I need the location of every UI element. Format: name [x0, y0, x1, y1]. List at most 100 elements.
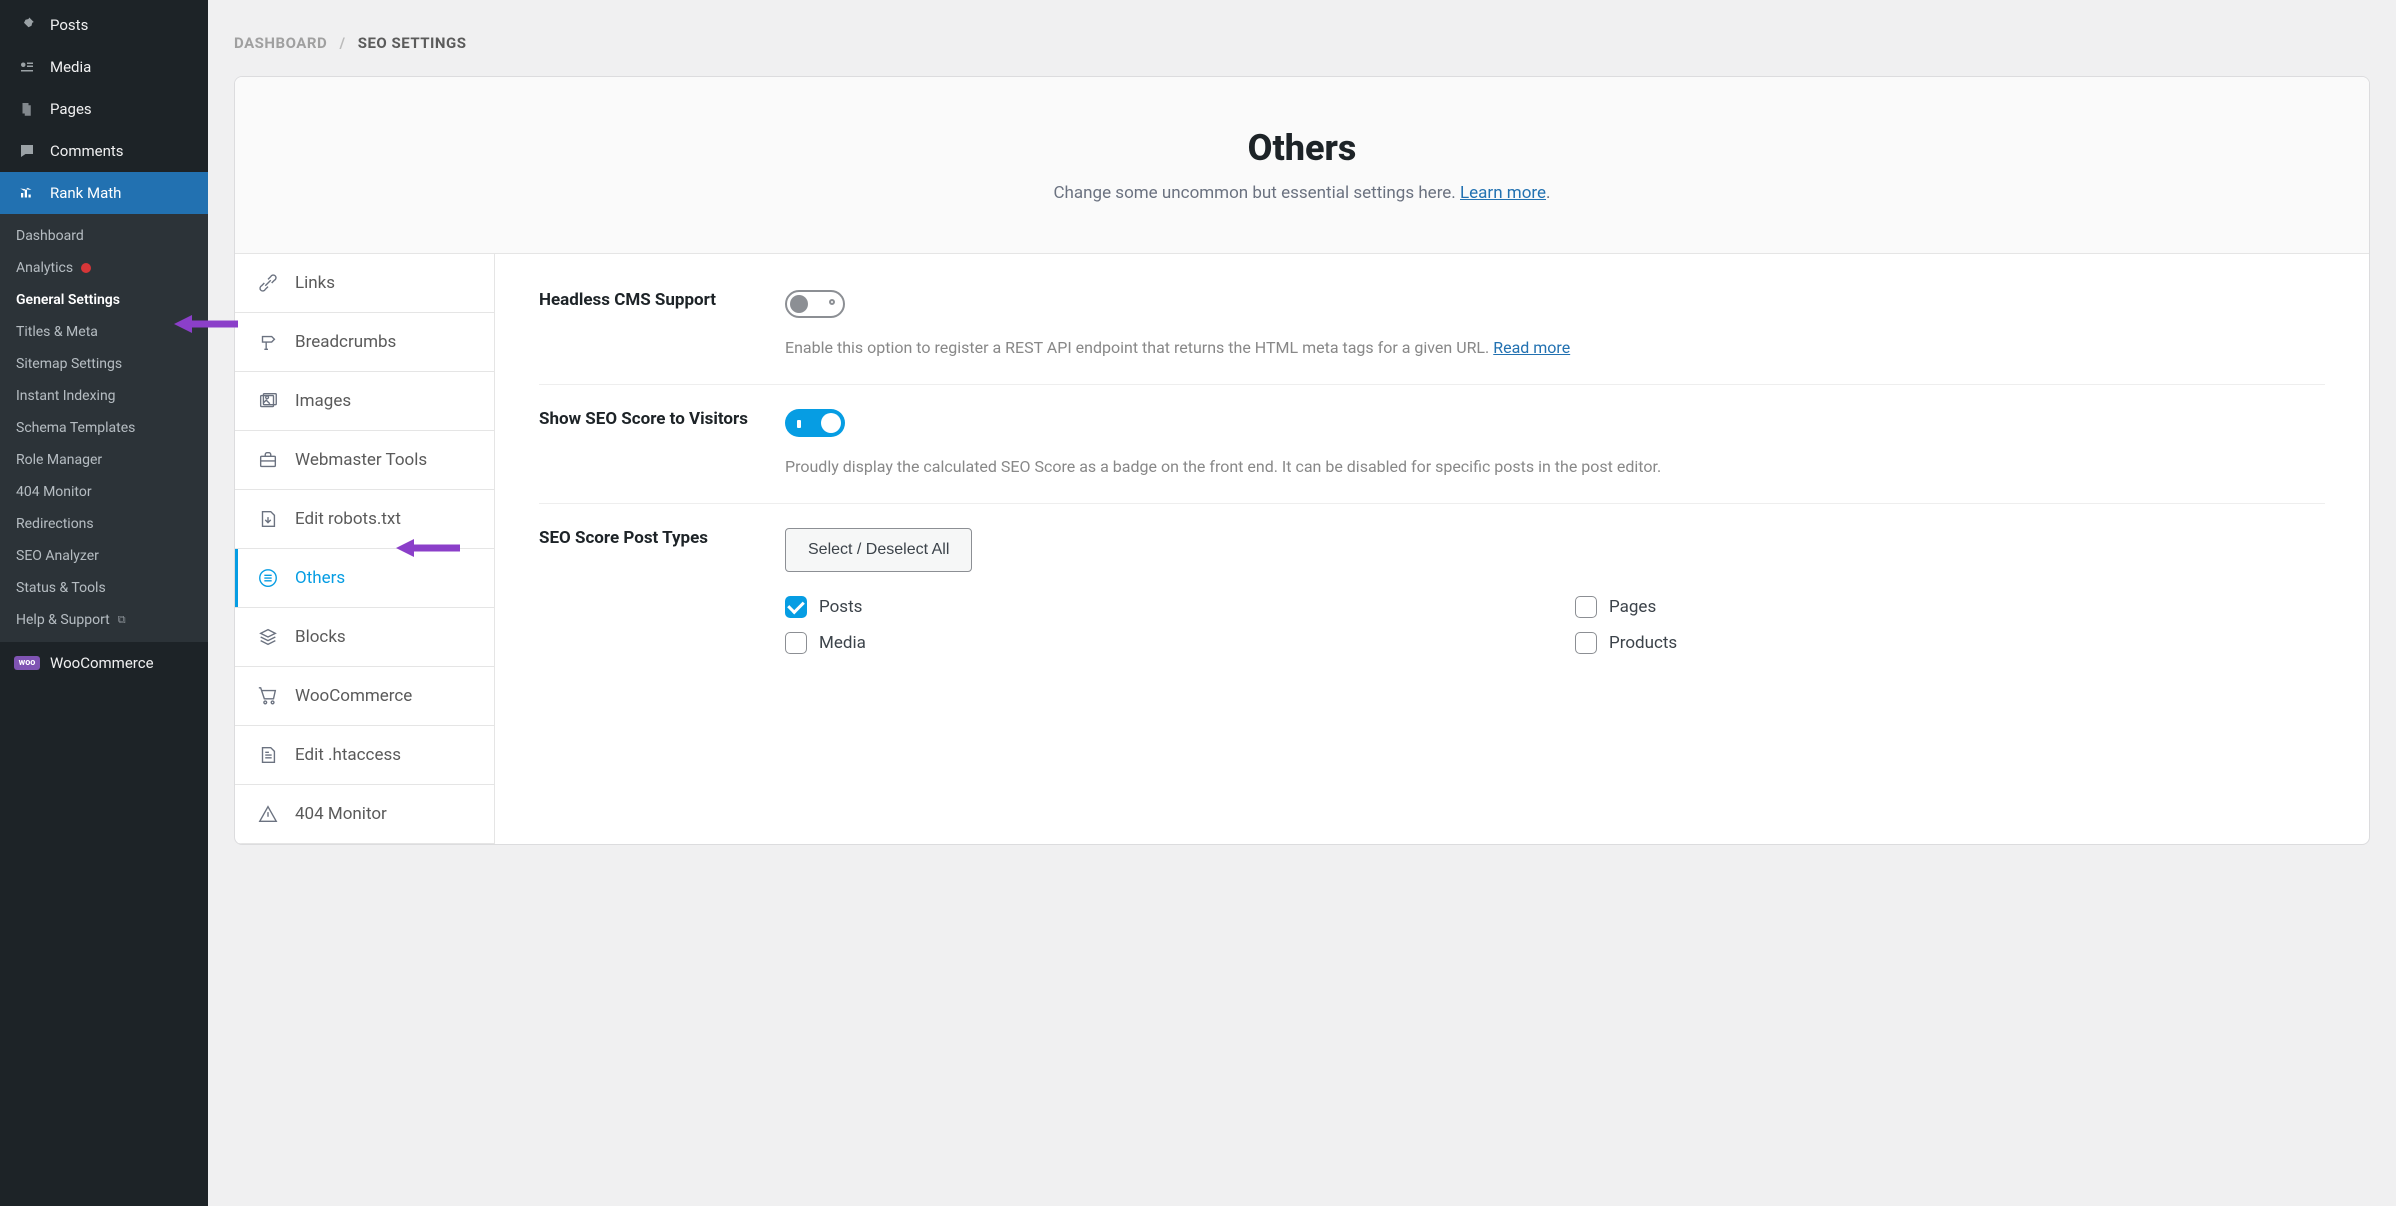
file-download-icon	[257, 508, 279, 530]
tab-links[interactable]: Links	[235, 254, 494, 313]
sidebar-item-media[interactable]: Media	[0, 46, 208, 88]
submenu-item-404-monitor[interactable]: 404 Monitor	[0, 476, 208, 508]
settings-tabs: Links Breadcrumbs Images Webmaster Tools	[235, 254, 495, 844]
images-icon	[257, 390, 279, 412]
tab-label: Webmaster Tools	[295, 450, 427, 470]
tab-blocks[interactable]: Blocks	[235, 608, 494, 667]
setting-description: Proudly display the calculated SEO Score…	[785, 455, 2325, 479]
select-deselect-all-button[interactable]: Select / Deselect All	[785, 528, 972, 572]
learn-more-link[interactable]: Learn more	[1460, 183, 1546, 203]
read-more-link[interactable]: Read more	[1493, 338, 1570, 357]
setting-label: SEO Score Post Types	[539, 528, 749, 654]
checkbox-posts[interactable]: Posts	[785, 596, 1535, 618]
sign-icon	[257, 331, 279, 353]
breadcrumb-root[interactable]: DASHBOARD	[234, 34, 327, 52]
panel-header: Others Change some uncommon but essentia…	[235, 77, 2369, 254]
checkbox-icon	[785, 596, 807, 618]
sidebar-item-label: Pages	[50, 100, 92, 118]
submenu-item-seo-analyzer[interactable]: SEO Analyzer	[0, 540, 208, 572]
sidebar-item-woocommerce[interactable]: woo WooCommerce	[0, 642, 208, 684]
checkbox-grid: Posts Pages Media	[785, 596, 2325, 654]
seo-score-toggle[interactable]	[785, 409, 845, 437]
checkbox-label: Media	[819, 633, 866, 653]
setting-seo-score: Show SEO Score to Visitors Proudly displ…	[539, 385, 2325, 504]
sidebar-item-label: WooCommerce	[50, 654, 154, 672]
submenu-item-help-support[interactable]: Help & Support ⧉	[0, 604, 208, 636]
headless-cms-toggle[interactable]	[785, 290, 845, 318]
setting-description: Enable this option to register a REST AP…	[785, 336, 2325, 360]
submenu-item-sitemap[interactable]: Sitemap Settings	[0, 348, 208, 380]
tab-label: Blocks	[295, 627, 346, 647]
tab-label: Breadcrumbs	[295, 332, 396, 352]
comments-icon	[16, 140, 38, 162]
tab-label: Edit robots.txt	[295, 509, 401, 529]
tab-label: Images	[295, 391, 351, 411]
woocommerce-icon: woo	[16, 652, 38, 674]
tab-edit-htaccess[interactable]: Edit .htaccess	[235, 726, 494, 785]
external-link-icon: ⧉	[118, 613, 126, 627]
submenu-item-titles-meta[interactable]: Titles & Meta	[0, 316, 208, 348]
checkbox-products[interactable]: Products	[1575, 632, 2325, 654]
submenu-item-redirections[interactable]: Redirections	[0, 508, 208, 540]
submenu-item-analytics[interactable]: Analytics	[0, 252, 208, 284]
sidebar-item-label: Comments	[50, 142, 124, 160]
sidebar-item-rank-math[interactable]: Rank Math	[0, 172, 208, 214]
sidebar-item-label: Rank Math	[50, 184, 121, 202]
wp-submenu: Dashboard Analytics General Settings Tit…	[0, 214, 208, 642]
submenu-item-general-settings[interactable]: General Settings	[0, 284, 208, 316]
media-icon	[16, 56, 38, 78]
layers-icon	[257, 626, 279, 648]
tab-label: Edit .htaccess	[295, 745, 401, 765]
checkbox-media[interactable]: Media	[785, 632, 1535, 654]
briefcase-icon	[257, 449, 279, 471]
pin-icon	[16, 14, 38, 36]
setting-label: Headless CMS Support	[539, 290, 749, 360]
tab-label: Links	[295, 273, 335, 293]
tab-label: Others	[295, 568, 345, 588]
sidebar-item-pages[interactable]: Pages	[0, 88, 208, 130]
tab-images[interactable]: Images	[235, 372, 494, 431]
breadcrumb-current: SEO SETTINGS	[358, 34, 467, 52]
submenu-item-schema-templates[interactable]: Schema Templates	[0, 412, 208, 444]
tab-breadcrumbs[interactable]: Breadcrumbs	[235, 313, 494, 372]
submenu-item-dashboard[interactable]: Dashboard	[0, 220, 208, 252]
sidebar-item-comments[interactable]: Comments	[0, 130, 208, 172]
checkbox-pages[interactable]: Pages	[1575, 596, 2325, 618]
page-title: Others	[255, 127, 2349, 169]
links-icon	[257, 272, 279, 294]
wp-admin-sidebar: Posts Media Pages Comments Rank Math Das…	[0, 0, 208, 1206]
page-subtitle: Change some uncommon but essential setti…	[255, 183, 2349, 203]
notification-dot-icon	[81, 263, 91, 273]
submenu-item-status-tools[interactable]: Status & Tools	[0, 572, 208, 604]
tab-others[interactable]: Others	[235, 549, 494, 608]
tab-label: 404 Monitor	[295, 804, 387, 824]
sidebar-item-label: Media	[50, 58, 91, 76]
submenu-item-instant-indexing[interactable]: Instant Indexing	[0, 380, 208, 412]
sidebar-item-posts[interactable]: Posts	[0, 4, 208, 46]
chart-icon	[16, 182, 38, 204]
submenu-item-role-manager[interactable]: Role Manager	[0, 444, 208, 476]
tab-webmaster-tools[interactable]: Webmaster Tools	[235, 431, 494, 490]
checkbox-label: Products	[1609, 633, 1677, 653]
warning-icon	[257, 803, 279, 825]
list-circle-icon	[257, 567, 279, 589]
tab-woocommerce[interactable]: WooCommerce	[235, 667, 494, 726]
checkbox-icon	[1575, 596, 1597, 618]
tab-404-monitor[interactable]: 404 Monitor	[235, 785, 494, 844]
settings-panel: Others Change some uncommon but essentia…	[234, 76, 2370, 845]
checkbox-icon	[1575, 632, 1597, 654]
setting-headless-cms: Headless CMS Support Enable this option …	[539, 290, 2325, 385]
main-content: DASHBOARD / SEO SETTINGS Others Change s…	[208, 0, 2396, 1206]
tab-edit-robots[interactable]: Edit robots.txt	[235, 490, 494, 549]
checkbox-label: Pages	[1609, 597, 1656, 617]
setting-label: Show SEO Score to Visitors	[539, 409, 749, 479]
pages-icon	[16, 98, 38, 120]
breadcrumb: DASHBOARD / SEO SETTINGS	[234, 0, 2370, 76]
setting-post-types: SEO Score Post Types Select / Deselect A…	[539, 504, 2325, 678]
checkbox-icon	[785, 632, 807, 654]
checkbox-label: Posts	[819, 597, 862, 617]
sidebar-item-label: Posts	[50, 16, 88, 34]
settings-content: Headless CMS Support Enable this option …	[495, 254, 2369, 844]
file-lines-icon	[257, 744, 279, 766]
breadcrumb-separator: /	[339, 34, 345, 52]
